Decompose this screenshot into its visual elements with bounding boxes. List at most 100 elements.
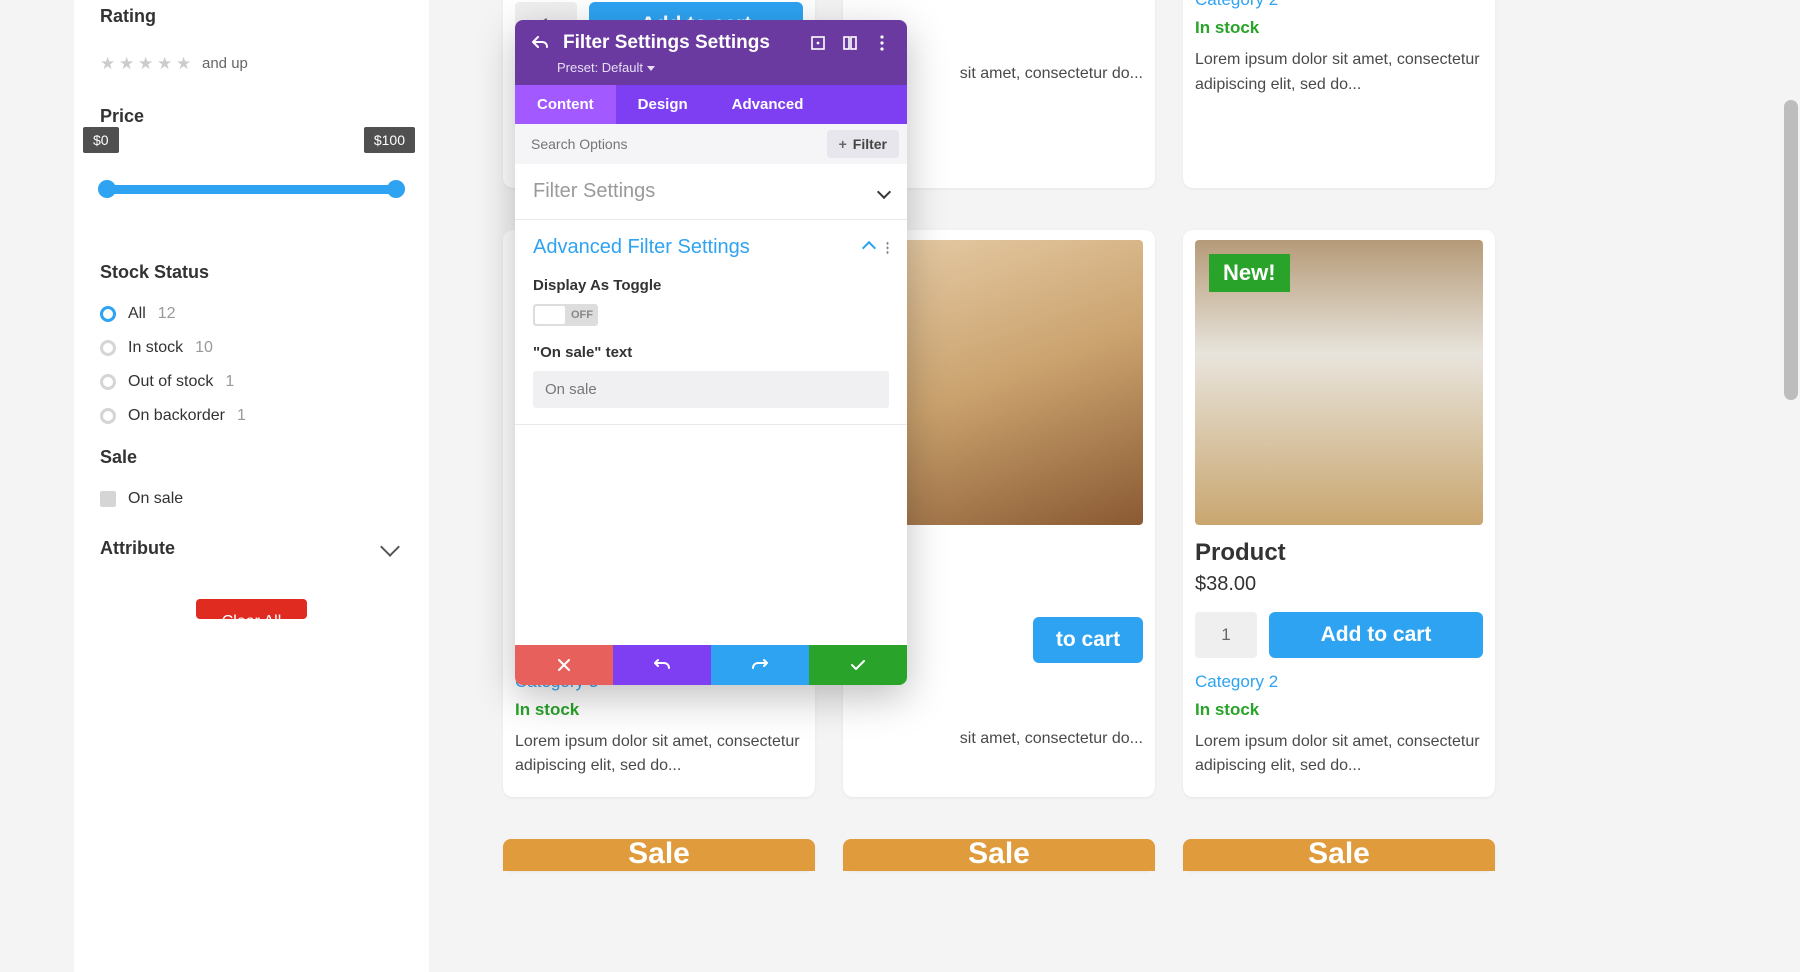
stock-status-list: All 12 In stock 10 Out of stock 1 On bac…: [100, 305, 403, 425]
filter-settings-modal: Filter Settings Settings Preset: Default…: [515, 20, 907, 685]
sale-badge: Sale: [1183, 839, 1495, 871]
product-card: Sale: [843, 839, 1155, 871]
scrollbar-thumb[interactable]: [1784, 100, 1798, 400]
sale-checkbox-row[interactable]: On sale: [100, 490, 403, 508]
and-up-label: and up: [202, 55, 248, 72]
chevron-up-icon: [862, 240, 876, 254]
section-title: Advanced Filter Settings: [533, 236, 750, 259]
modal-tabs: Content Design Advanced: [515, 85, 907, 124]
slider-track[interactable]: [104, 185, 399, 194]
rating-stars-row[interactable]: ★ ★ ★ ★ ★ and up: [100, 55, 403, 72]
plus-icon: [839, 136, 847, 152]
sale-heading: Sale: [100, 447, 403, 468]
toggle-field-label: Display As Toggle: [533, 277, 889, 294]
price-min-tag: $0: [83, 127, 119, 153]
modal-title: Filter Settings Settings: [563, 32, 795, 54]
caret-down-icon: [647, 66, 655, 71]
back-icon[interactable]: [531, 34, 549, 52]
star-icon: ★: [100, 55, 117, 72]
sale-label: On sale: [128, 490, 183, 508]
price-heading: Price: [100, 106, 403, 127]
star-icon: ★: [157, 55, 174, 72]
onsale-text-input[interactable]: [533, 371, 889, 408]
tab-content[interactable]: Content: [515, 85, 616, 124]
undo-icon: [654, 658, 670, 672]
check-icon: [851, 660, 865, 671]
more-menu-icon[interactable]: [873, 34, 891, 52]
radio-icon: [100, 340, 116, 356]
stock-status: In stock: [1195, 18, 1483, 38]
save-button[interactable]: [809, 645, 907, 685]
modal-header[interactable]: Filter Settings Settings Preset: Default: [515, 20, 907, 85]
radio-icon: [100, 306, 116, 322]
stock-option-backorder[interactable]: On backorder 1: [100, 407, 403, 425]
section-title: Filter Settings: [533, 180, 655, 203]
column-layout-icon[interactable]: [841, 34, 859, 52]
toggle-knob: [535, 306, 565, 324]
section-filter-settings[interactable]: Filter Settings: [515, 164, 907, 220]
onsale-text-label: "On sale" text: [533, 344, 889, 361]
close-button[interactable]: [515, 645, 613, 685]
new-badge: New!: [1209, 254, 1290, 292]
star-icon: ★: [176, 55, 193, 72]
filters-sidebar: Rating ★ ★ ★ ★ ★ and up Price $0 $100 St…: [74, 0, 429, 972]
price-range-slider[interactable]: $0 $100: [100, 163, 403, 172]
product-price: $38.00: [1195, 573, 1483, 596]
rating-heading: Rating: [100, 6, 403, 27]
kebab-icon[interactable]: [886, 241, 889, 255]
chevron-down-icon: [877, 184, 891, 198]
product-card: Category 2 In stock Lorem ipsum dolor si…: [1183, 0, 1495, 188]
add-to-cart-button[interactable]: Add to cart: [1269, 612, 1483, 658]
section-advanced-filter-settings: Advanced Filter Settings Display As Togg…: [515, 220, 907, 425]
radio-icon: [100, 408, 116, 424]
product-card: Sale: [503, 839, 815, 871]
sale-badge: Sale: [503, 839, 815, 871]
product-description: Lorem ipsum dolor sit amet, consectetur …: [1195, 48, 1483, 98]
product-image[interactable]: New!: [1195, 240, 1483, 525]
stock-option-out-of-stock[interactable]: Out of stock 1: [100, 373, 403, 391]
slider-handle-min[interactable]: [98, 180, 116, 198]
price-max-tag: $100: [364, 127, 415, 153]
quantity-input[interactable]: [1195, 612, 1257, 658]
category-link[interactable]: Category 2: [1195, 672, 1483, 692]
checkbox-icon: [100, 491, 116, 507]
product-title[interactable]: Product: [1195, 539, 1483, 567]
product-card: Sale: [1183, 839, 1495, 871]
clear-all-button[interactable]: Clear All: [196, 599, 308, 619]
attribute-heading: Attribute: [100, 538, 175, 559]
tab-advanced[interactable]: Advanced: [710, 85, 826, 124]
category-link[interactable]: Category 2: [1195, 0, 1483, 10]
star-icon: ★: [138, 55, 155, 72]
attribute-accordion[interactable]: Attribute: [100, 538, 403, 559]
stock-heading: Stock Status: [100, 262, 403, 283]
product-description: Lorem ipsum dolor sit amet, consectetur …: [515, 730, 803, 780]
modal-footer: [515, 645, 907, 685]
product-description: Lorem ipsum dolor sit amet, consectetur …: [1195, 730, 1483, 780]
undo-button[interactable]: [613, 645, 711, 685]
redo-button[interactable]: [711, 645, 809, 685]
search-options-input[interactable]: [531, 136, 819, 152]
toggle-state-label: OFF: [571, 309, 593, 321]
close-icon: [558, 659, 570, 671]
section-header[interactable]: Advanced Filter Settings: [533, 236, 889, 259]
stock-option-in-stock[interactable]: In stock 10: [100, 339, 403, 357]
display-as-toggle-switch[interactable]: OFF: [533, 304, 598, 326]
product-description: sit amet, consectetur do...: [855, 727, 1143, 752]
stock-status: In stock: [515, 700, 803, 720]
stock-option-all[interactable]: All 12: [100, 305, 403, 323]
modal-body-space: [515, 425, 907, 645]
chevron-down-icon: [380, 537, 400, 557]
tab-design[interactable]: Design: [616, 85, 710, 124]
add-to-cart-button[interactable]: to cart: [1033, 617, 1143, 663]
redo-icon: [752, 658, 768, 672]
stock-status: In stock: [1195, 700, 1483, 720]
expand-icon[interactable]: [809, 34, 827, 52]
preset-selector[interactable]: Preset: Default: [557, 60, 891, 75]
sale-badge: Sale: [843, 839, 1155, 871]
slider-handle-max[interactable]: [387, 180, 405, 198]
options-searchbar: Filter: [515, 124, 907, 164]
add-filter-button[interactable]: Filter: [827, 130, 899, 158]
radio-icon: [100, 374, 116, 390]
star-icon: ★: [119, 55, 136, 72]
product-card: New! Product $38.00 Add to cart Category…: [1183, 230, 1495, 798]
